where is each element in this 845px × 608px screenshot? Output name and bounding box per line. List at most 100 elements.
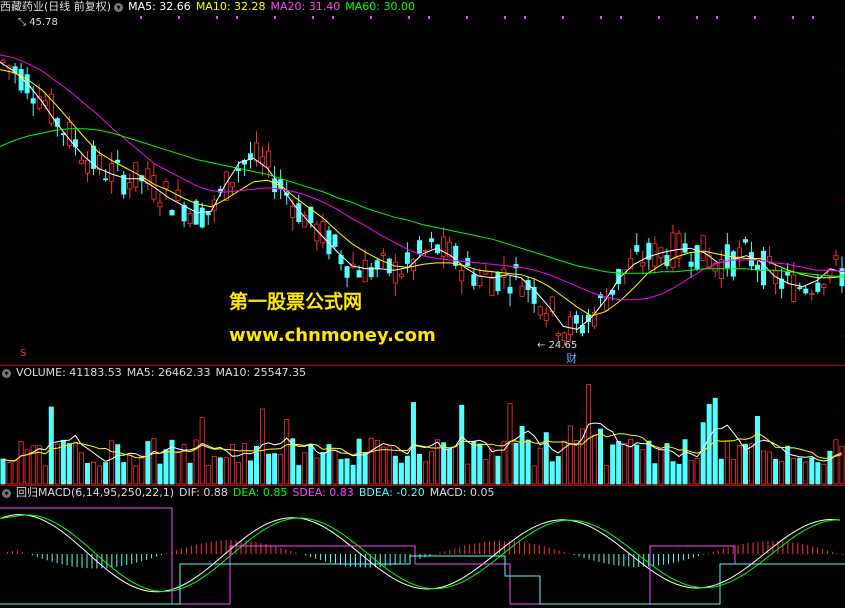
settings-circle-icon[interactable]: ▾ xyxy=(114,2,124,12)
volume-bar-up xyxy=(223,457,229,485)
volume-bar-up xyxy=(730,458,736,485)
candle-up xyxy=(398,273,404,278)
s-marker[interactable]: S xyxy=(20,348,26,359)
volume-bar-up xyxy=(833,439,839,485)
candle-up xyxy=(362,260,368,283)
volume-bar-up xyxy=(567,425,573,485)
volume-bar-up xyxy=(585,384,591,485)
volume-bar-up xyxy=(109,440,115,485)
event-dot xyxy=(754,16,756,19)
price-chart-header: 西藏药业(日线 前复权) ▾ MA5: 32.66 MA10: 32.28 MA20: … xyxy=(0,0,420,14)
ma20-line xyxy=(0,54,845,301)
volume-bar-down xyxy=(773,458,779,485)
volume-bar-up xyxy=(839,445,845,485)
candle-up xyxy=(163,180,169,190)
macd-readout: MACD: 0.05 xyxy=(429,486,495,499)
candle-down xyxy=(416,240,422,254)
volume-bars[interactable] xyxy=(0,366,845,486)
volume-bar-up xyxy=(592,434,598,485)
volume-bar-down xyxy=(670,461,676,485)
finance-marker[interactable]: 财 xyxy=(566,350,577,365)
event-dot xyxy=(332,16,334,19)
volume-bar-down xyxy=(477,443,483,485)
volume-bar-up xyxy=(97,465,103,485)
event-dot xyxy=(716,16,718,19)
volume-bar-up xyxy=(18,441,24,485)
volume-bar-down xyxy=(616,440,622,485)
candle-down xyxy=(815,282,821,292)
candle-down xyxy=(103,178,109,181)
volume-bar-up xyxy=(151,438,157,485)
volume-bar-up xyxy=(235,461,241,485)
candle-up xyxy=(0,59,6,64)
candle-down xyxy=(742,239,748,243)
macd-chart-panel[interactable]: ▾ 回归MACD(6,14,95,250,22,1) DIF: 0.88 DEA: 0… xyxy=(0,485,845,608)
event-dot xyxy=(658,16,660,19)
ma10-line xyxy=(0,69,845,317)
candle-up xyxy=(423,250,429,252)
event-dot xyxy=(216,16,218,19)
candle-up xyxy=(157,201,163,208)
volume-ma5-readout: MA5: 26462.33 xyxy=(126,366,211,379)
volume-bar-up xyxy=(199,417,205,485)
volume-chart-panel[interactable]: ▾ VOLUME: 41183.53 MA5: 26462.33 MA10: 2554… xyxy=(0,365,845,486)
event-dot xyxy=(562,16,564,19)
candle-down xyxy=(748,252,754,267)
candle-up xyxy=(187,212,193,225)
macd-chart[interactable] xyxy=(0,486,845,608)
volume-bar-down xyxy=(700,422,706,485)
candle-down xyxy=(356,270,362,278)
volume-bar-down xyxy=(290,438,296,485)
candle-up xyxy=(78,159,84,164)
volume-bar-down xyxy=(121,462,127,485)
volume-header: ▾ VOLUME: 41183.53 MA5: 26462.33 MA10: 2554… xyxy=(0,366,311,380)
volume-bar-up xyxy=(380,446,386,485)
volume-bar-up xyxy=(489,448,495,485)
candle-down xyxy=(797,287,803,289)
volume-bar-down xyxy=(549,461,555,485)
volume-bar-up xyxy=(640,449,646,485)
volume-bar-up xyxy=(332,450,338,485)
watermark-title: 第一股票公式网 xyxy=(229,291,363,313)
candle-up xyxy=(133,162,139,188)
volume-bar-down xyxy=(610,444,616,485)
candle-up xyxy=(380,252,386,256)
candle-up xyxy=(543,312,549,321)
macd-settings-icon[interactable]: ▾ xyxy=(2,488,11,498)
volume-bar-down xyxy=(754,415,760,485)
candle-down xyxy=(30,98,36,104)
candle-down xyxy=(803,288,809,294)
ma5-line xyxy=(0,61,845,330)
candle-up xyxy=(640,262,646,267)
ma5-readout: MA5: 32.66 xyxy=(128,0,191,13)
volume-bar-down xyxy=(682,439,688,485)
volume-bar-up xyxy=(429,451,435,485)
event-dot xyxy=(140,16,142,19)
candle-up xyxy=(489,277,495,296)
event-dot xyxy=(370,16,372,19)
volume-settings-icon[interactable]: ▾ xyxy=(2,368,11,378)
volume-bar-up xyxy=(368,437,374,485)
volume-bar-down xyxy=(308,444,314,485)
volume-bar-down xyxy=(398,462,404,485)
candlestick-chart[interactable] xyxy=(0,0,845,365)
volume-bar-down xyxy=(85,462,91,485)
volume-bar-up xyxy=(91,461,97,485)
volume-bar-up xyxy=(139,455,145,485)
volume-bar-up xyxy=(133,465,139,485)
candle-down xyxy=(404,252,410,264)
volume-bar-down xyxy=(676,463,682,485)
candle-down xyxy=(453,245,459,266)
volume-bar-up xyxy=(12,460,18,485)
high-price-value: 45.78 xyxy=(29,17,58,28)
bdea-readout: BDEA: -0.20 xyxy=(358,486,425,499)
volume-ma10-readout: MA10: 25547.35 xyxy=(215,366,307,379)
volume-bar-down xyxy=(320,451,326,485)
volume-bar-down xyxy=(338,459,344,485)
volume-bar-down xyxy=(163,449,169,485)
volume-bar-down xyxy=(416,453,422,485)
price-chart-panel[interactable]: 西藏药业(日线 前复权) ▾ MA5: 32.66 MA10: 32.28 MA20: … xyxy=(0,0,845,365)
volume-bar-up xyxy=(724,440,730,485)
candle-down xyxy=(205,212,211,216)
volume-bar-down xyxy=(115,444,121,485)
